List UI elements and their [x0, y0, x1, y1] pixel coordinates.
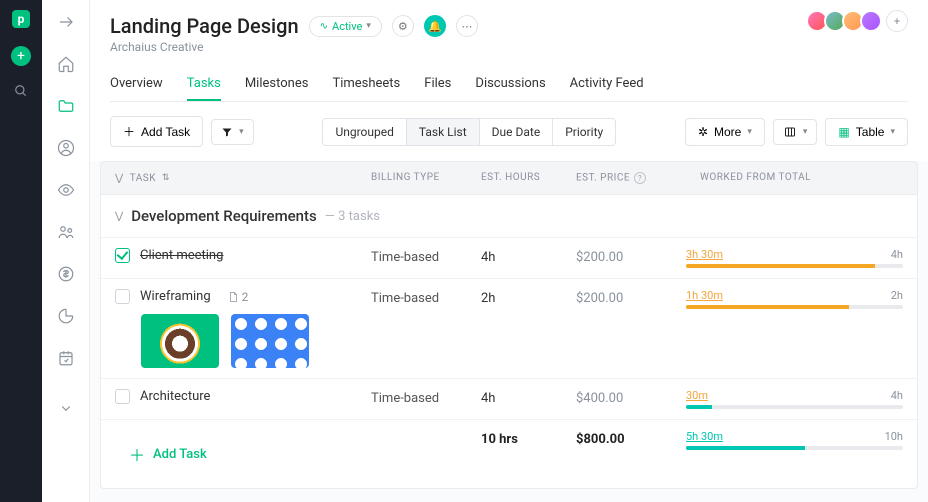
section-title: Development Requirements [131, 207, 317, 225]
pulse-icon: ∿ [320, 21, 328, 32]
group-task-list[interactable]: Task List [407, 119, 480, 145]
attachment-thumb[interactable] [231, 314, 309, 368]
app-logo: p [12, 10, 30, 28]
billing-cell: Time-based [371, 238, 481, 277]
add-member-button[interactable]: + [886, 10, 908, 32]
settings-button[interactable]: ⚙ [392, 15, 414, 37]
tab-activity-feed[interactable]: Activity Feed [570, 68, 644, 101]
status-pill[interactable]: ∿ Active ▾ [309, 16, 382, 37]
col-worked[interactable]: WORKED FROM TOTAL [686, 162, 917, 194]
gear-icon: ✲ [698, 125, 708, 139]
group-due-date[interactable]: Due Date [480, 119, 554, 145]
billing-cell: Time-based [371, 279, 481, 318]
task-name[interactable]: Client meeting [140, 248, 223, 263]
calendar-icon[interactable] [51, 344, 81, 372]
filter-button[interactable]: ▾ [211, 119, 254, 145]
member-avatars: + [810, 10, 908, 32]
tab-timesheets[interactable]: Timesheets [332, 68, 400, 101]
group-priority[interactable]: Priority [553, 119, 615, 145]
avatar[interactable] [860, 10, 882, 32]
worked-label: 30m [686, 389, 708, 402]
group-ungrouped[interactable]: Ungrouped [323, 119, 406, 145]
tab-discussions[interactable]: Discussions [475, 68, 545, 101]
est-price-cell: $200.00 [576, 238, 686, 277]
task-name[interactable]: Wireframing [140, 289, 211, 304]
add-task-inline[interactable]: ＋Add Task [115, 430, 357, 478]
search-icon[interactable] [14, 84, 28, 102]
est-hours-cell: 2h [481, 279, 576, 318]
collapse-icon[interactable] [51, 394, 81, 422]
add-task-button[interactable]: ＋Add Task [110, 116, 203, 147]
worked-label: 1h 30m [686, 289, 723, 302]
task-checkbox[interactable] [115, 389, 130, 404]
help-icon[interactable]: ? [634, 172, 646, 184]
total-label: 2h [891, 289, 903, 302]
global-add-button[interactable]: + [11, 46, 31, 66]
tab-files[interactable]: Files [424, 68, 451, 101]
est-price-cell: $400.00 [576, 379, 686, 418]
est-hours-cell: 4h [481, 379, 576, 418]
total-label: 4h [891, 389, 903, 402]
total-label: 10h [885, 430, 903, 443]
worked-label: 5h 30m [686, 430, 723, 443]
chevron-down-icon: ▾ [366, 21, 371, 31]
est-hours-cell: 4h [481, 238, 576, 277]
folder-icon[interactable] [51, 92, 81, 120]
view-mode-button[interactable]: ▦Table▾ [825, 118, 908, 146]
grouping-segment: Ungrouped Task List Due Date Priority [322, 118, 616, 146]
total-hours: 10 hrs [481, 420, 576, 459]
money-icon[interactable] [51, 260, 81, 288]
col-billing[interactable]: BILLING TYPE [371, 162, 481, 194]
home-icon[interactable] [51, 50, 81, 78]
task-name[interactable]: Architecture [140, 389, 210, 404]
billing-cell: Time-based [371, 379, 481, 418]
tab-overview[interactable]: Overview [110, 68, 163, 101]
more-button[interactable]: ⋯ [456, 15, 478, 37]
section-count: — 3 tasks [325, 209, 380, 224]
notifications-button[interactable]: 🔔 [424, 15, 446, 37]
sort-icon[interactable]: ⇅ [162, 173, 170, 183]
expand-icon[interactable] [51, 8, 81, 36]
col-task[interactable]: TASK [130, 173, 156, 184]
total-label: 4h [891, 248, 903, 261]
worked-label: 3h 30m [686, 248, 723, 261]
more-options-button[interactable]: ✲More▾ [685, 118, 765, 146]
chevron-down-icon[interactable]: ⋁ [115, 211, 123, 222]
tab-tasks[interactable]: Tasks [187, 68, 221, 101]
doc-badge[interactable]: 2 [227, 290, 249, 304]
tab-milestones[interactable]: Milestones [245, 68, 309, 101]
attachment-thumb[interactable] [141, 314, 219, 368]
task-checkbox[interactable] [115, 289, 130, 304]
contact-icon[interactable] [51, 134, 81, 162]
col-est-price[interactable]: EST. PRICE [576, 173, 630, 184]
est-price-cell: $200.00 [576, 279, 686, 318]
table-icon: ▦ [838, 125, 849, 139]
eye-icon[interactable] [51, 176, 81, 204]
chevron-down-icon[interactable]: ⋁ [115, 173, 124, 184]
page-title: Landing Page Design [110, 14, 299, 38]
col-est-hours[interactable]: EST. HOURS [481, 162, 576, 194]
status-label: Active [332, 20, 362, 33]
team-icon[interactable] [51, 218, 81, 246]
task-checkbox[interactable] [115, 248, 130, 263]
project-subtitle: Archaius Creative [110, 40, 908, 54]
total-price: $800.00 [576, 420, 686, 459]
columns-button[interactable]: ▾ [773, 119, 818, 145]
reports-icon[interactable] [51, 302, 81, 330]
